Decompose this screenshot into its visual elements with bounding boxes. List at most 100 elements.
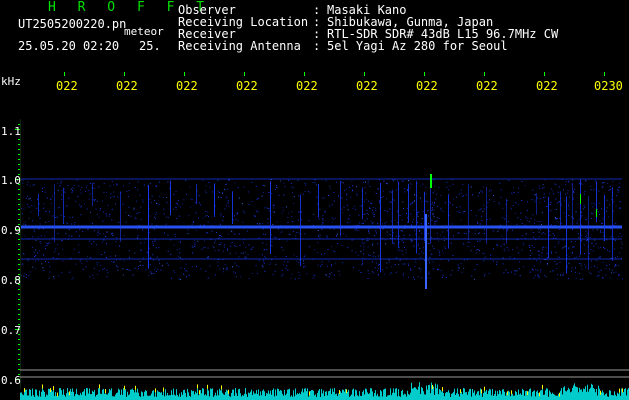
- noise-speck: [213, 247, 215, 249]
- level-bar: [500, 391, 501, 400]
- noise-speck: [439, 254, 441, 256]
- noise-speck: [384, 273, 386, 275]
- strong-echo: [425, 214, 427, 289]
- noise-speck: [410, 269, 412, 271]
- noise-speck: [399, 215, 401, 217]
- noise-speck: [541, 233, 543, 235]
- noise-speck: [392, 180, 394, 182]
- level-bar: [471, 396, 472, 400]
- noise-speck: [470, 210, 472, 211]
- level-bar: [217, 390, 218, 400]
- noise-speck: [492, 260, 494, 262]
- noise-speck: [49, 271, 51, 273]
- noise-speck: [369, 186, 371, 187]
- noise-speck: [24, 235, 26, 237]
- noise-speck: [526, 209, 528, 211]
- noise-speck: [544, 233, 546, 235]
- noise-speck: [342, 262, 344, 264]
- noise-speck: [432, 261, 434, 263]
- noise-speck: [348, 217, 349, 219]
- noise-speck: [156, 212, 158, 214]
- level-bar: [572, 388, 573, 400]
- noise-speck: [140, 250, 142, 252]
- level-bar: [212, 388, 213, 400]
- noise-speck: [351, 239, 353, 241]
- noise-speck: [301, 219, 303, 221]
- noise-speck: [165, 216, 167, 218]
- level-bar: [37, 395, 38, 400]
- noise-speck: [286, 265, 288, 267]
- noise-speck: [386, 182, 387, 184]
- noise-speck: [225, 184, 227, 185]
- noise-speck: [318, 235, 319, 237]
- level-bar: [523, 390, 524, 400]
- level-bar: [584, 389, 585, 400]
- x-tick-label-10: 0230: [594, 79, 623, 93]
- noise-speck: [568, 180, 570, 182]
- noise-speck: [562, 247, 563, 249]
- noise-speck: [202, 217, 204, 219]
- noise-speck: [404, 191, 406, 193]
- level-bar: [59, 388, 60, 400]
- level-bar: [262, 390, 263, 400]
- level-bar: [88, 393, 89, 400]
- noise-speck: [542, 184, 544, 186]
- noise-speck: [246, 256, 247, 258]
- noise-speck: [507, 230, 508, 232]
- noise-speck: [496, 243, 498, 245]
- noise-speck: [225, 269, 227, 271]
- noise-speck: [42, 191, 44, 192]
- level-bar: [115, 394, 116, 400]
- noise-speck: [166, 262, 168, 264]
- noise-speck: [80, 214, 82, 216]
- noise-speck: [221, 235, 222, 237]
- noise-speck: [377, 188, 379, 190]
- noise-speck: [440, 194, 442, 196]
- noise-speck: [183, 268, 185, 270]
- level-bar: [513, 395, 514, 400]
- level-bar: [376, 395, 377, 400]
- level-peak: [309, 391, 310, 396]
- noise-speck: [476, 252, 478, 254]
- level-bar: [223, 394, 224, 400]
- level-bar: [191, 390, 192, 400]
- noise-speck: [98, 216, 100, 218]
- noise-speck: [369, 254, 371, 256]
- noise-speck: [473, 278, 475, 280]
- noise-speck: [274, 188, 276, 190]
- noise-speck: [92, 274, 94, 276]
- noise-speck: [612, 181, 614, 182]
- noise-speck: [194, 202, 196, 204]
- noise-speck: [194, 244, 196, 246]
- noise-speck: [125, 212, 127, 213]
- noise-speck: [155, 218, 156, 220]
- noise-speck: [49, 211, 50, 213]
- noise-speck: [237, 220, 239, 222]
- level-bar: [229, 396, 230, 400]
- echo-streak: [270, 181, 271, 254]
- noise-speck: [296, 232, 298, 233]
- noise-speck: [402, 273, 404, 275]
- level-bar: [112, 396, 113, 400]
- noise-speck: [549, 209, 551, 211]
- level-bar: [585, 386, 586, 400]
- level-bar: [438, 394, 439, 400]
- noise-speck: [435, 198, 437, 200]
- noise-speck: [583, 205, 585, 207]
- noise-speck: [291, 211, 293, 213]
- noise-speck: [538, 254, 540, 256]
- level-bar: [312, 390, 313, 400]
- level-bar: [209, 396, 210, 400]
- noise-speck: [316, 184, 317, 186]
- noise-speck: [151, 223, 153, 225]
- noise-speck: [568, 215, 570, 216]
- noise-speck: [53, 276, 55, 278]
- noise-speck: [410, 182, 412, 184]
- noise-speck: [100, 265, 102, 266]
- level-bar: [355, 389, 356, 400]
- level-bar: [550, 392, 551, 400]
- y-tick: [18, 164, 20, 165]
- noise-speck: [419, 230, 421, 232]
- noise-speck: [360, 245, 362, 247]
- noise-speck: [542, 249, 544, 251]
